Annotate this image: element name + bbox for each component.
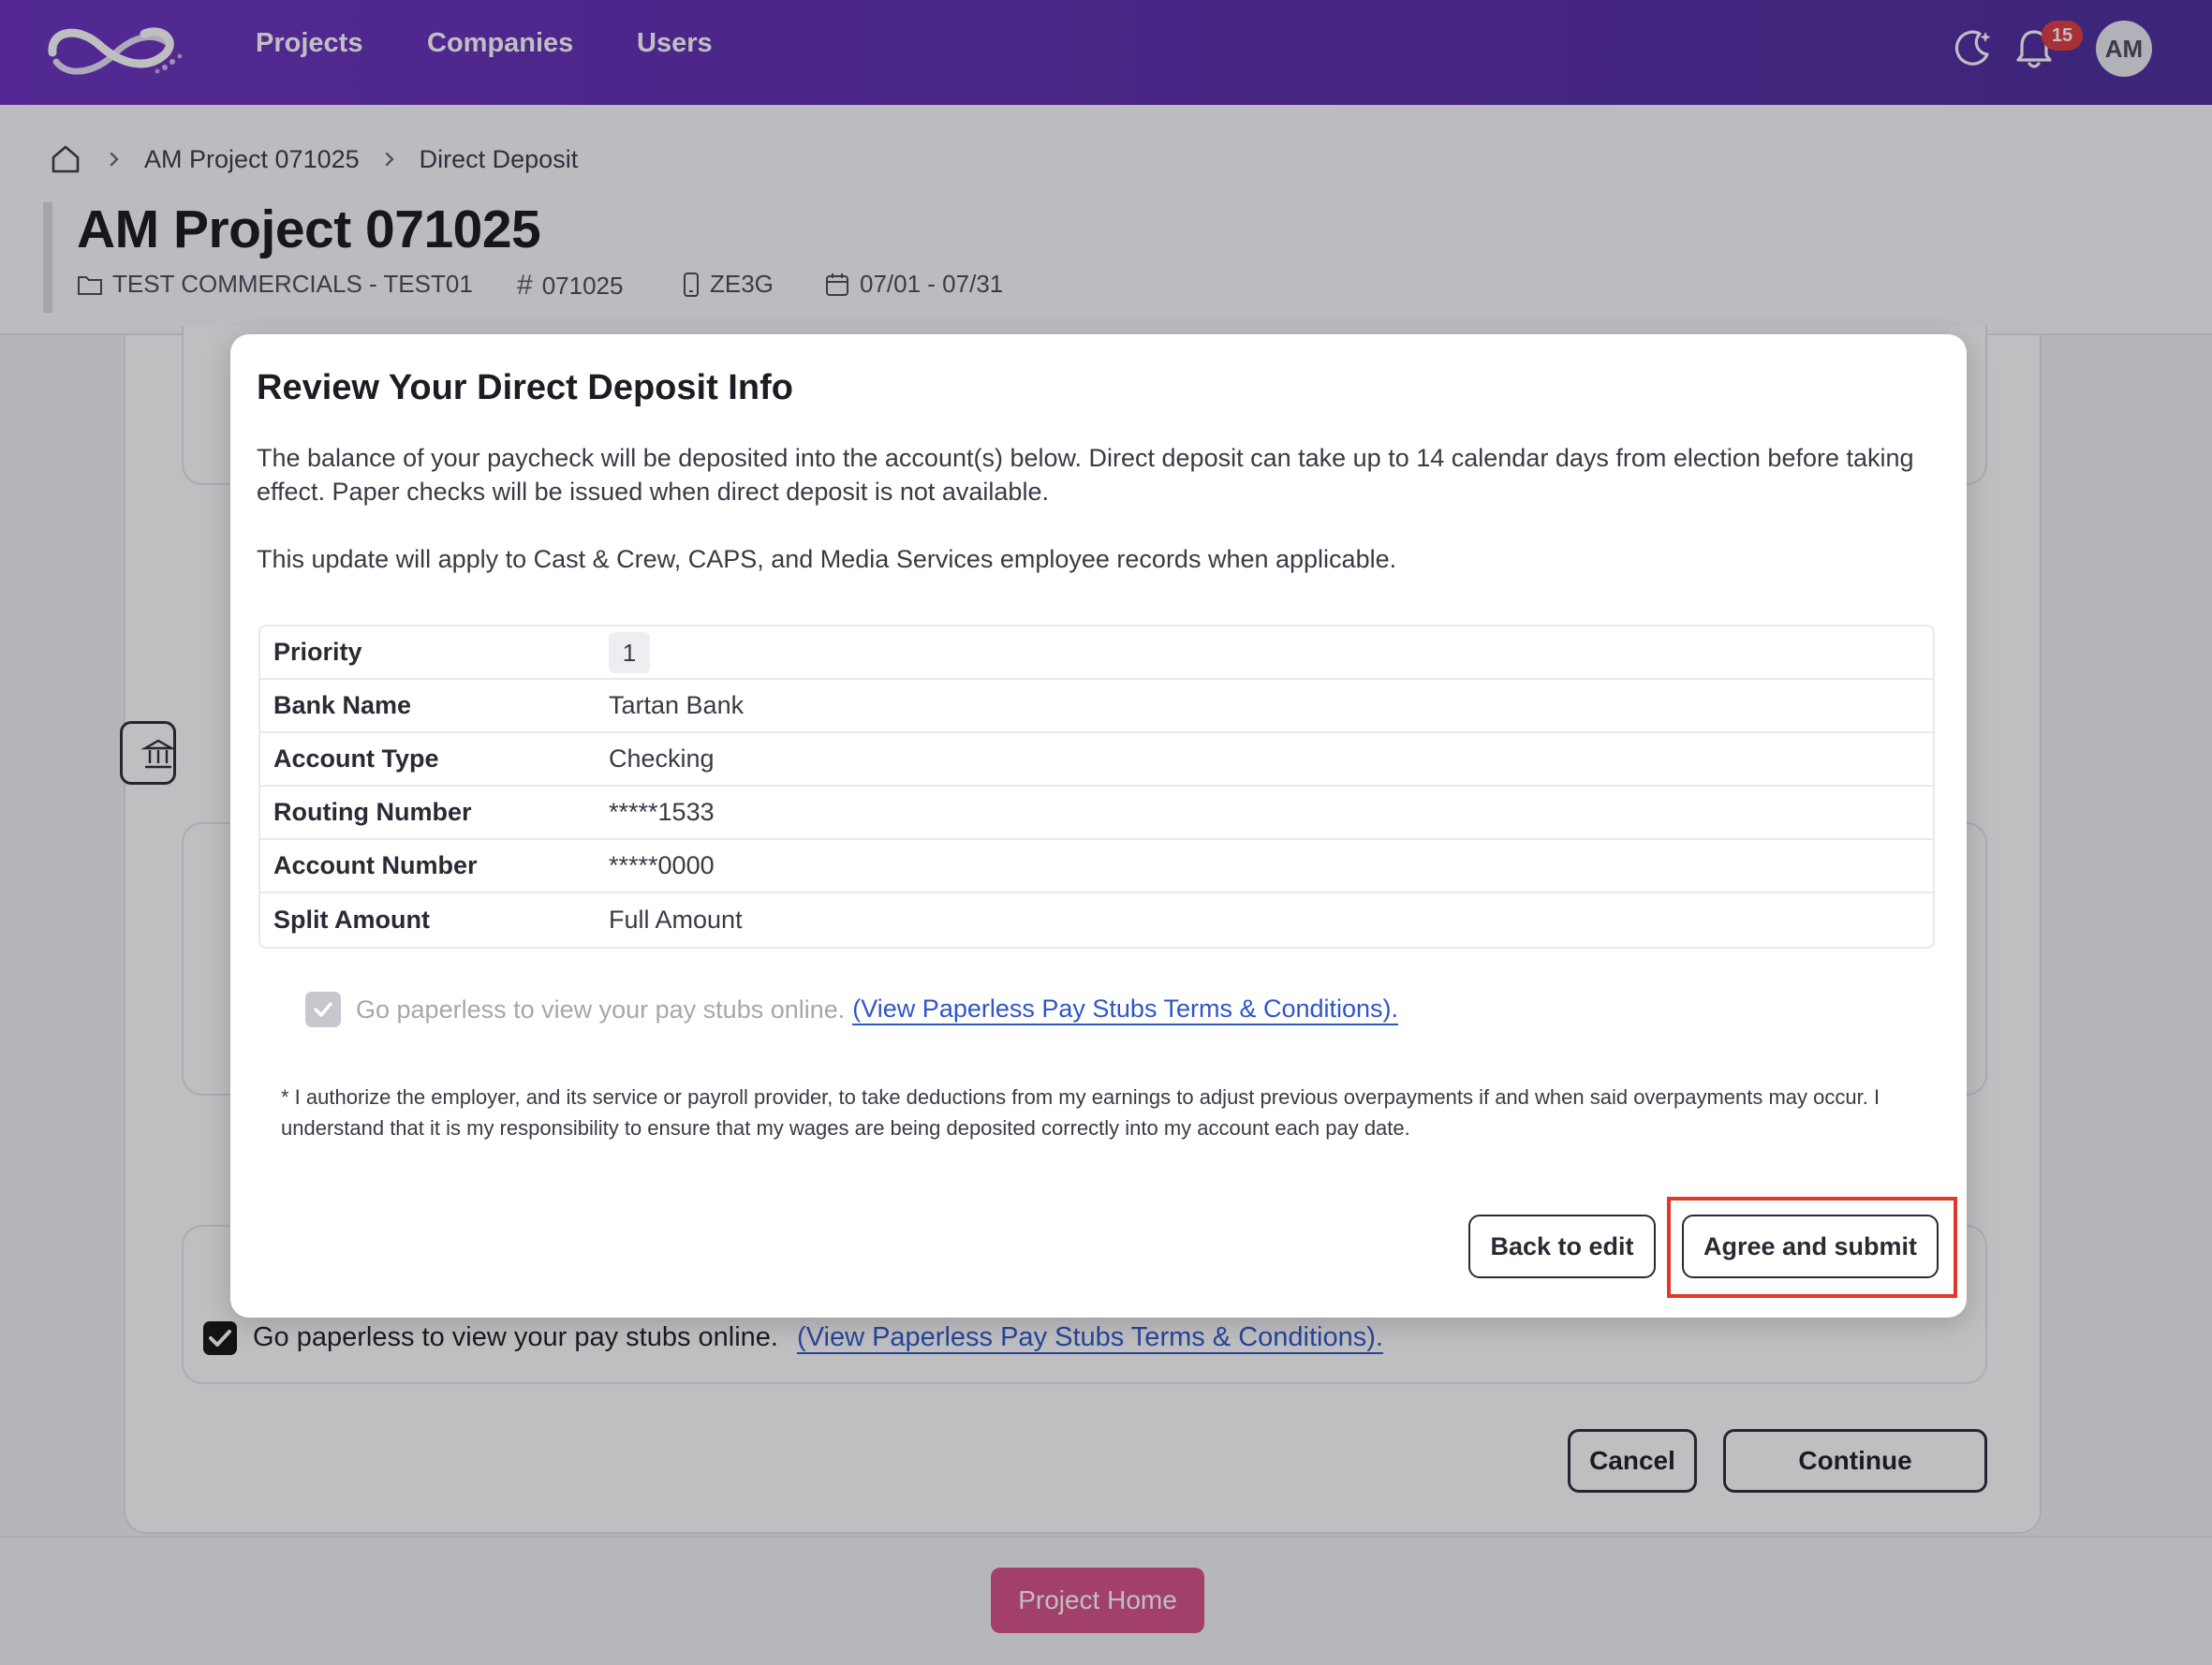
modal-apply-note: This update will apply to Cast & Crew, C… <box>257 545 1397 573</box>
row-value: 1 <box>609 631 650 673</box>
table-row: Split Amount Full Amount <box>260 893 1933 947</box>
table-row: Routing Number *****1533 <box>260 787 1933 840</box>
modal-paperless-text: Go paperless to view your pay stubs onli… <box>356 995 846 1024</box>
submit-highlight-box <box>1667 1197 1957 1298</box>
row-value: Checking <box>609 744 715 773</box>
row-label: Split Amount <box>273 906 430 934</box>
review-direct-deposit-modal: Review Your Direct Deposit Info The bala… <box>230 334 1967 1318</box>
modal-title: Review Your Direct Deposit Info <box>257 368 793 407</box>
modal-paperless-row: Go paperless to view your pay stubs onli… <box>305 992 1399 1027</box>
back-to-edit-button[interactable]: Back to edit <box>1468 1215 1656 1278</box>
row-label: Routing Number <box>273 798 472 826</box>
row-label: Account Number <box>273 851 478 879</box>
deposit-info-table: Priority 1 Bank Name Tartan Bank Account… <box>258 625 1935 949</box>
checkbox-disabled-icon <box>305 992 341 1027</box>
authorization-disclaimer: * I authorize the employer, and its serv… <box>281 1085 1880 1140</box>
row-label: Bank Name <box>273 691 412 719</box>
table-row: Account Number *****0000 <box>260 840 1933 893</box>
row-label: Priority <box>273 638 362 666</box>
table-row: Priority 1 <box>260 626 1933 680</box>
table-row: Bank Name Tartan Bank <box>260 680 1933 733</box>
row-value: *****1533 <box>609 798 715 826</box>
modal-paperless-terms-link[interactable]: (View Paperless Pay Stubs Terms & Condit… <box>852 995 1399 1025</box>
priority-chip: 1 <box>609 631 650 673</box>
row-value: Full Amount <box>609 906 743 934</box>
row-value: Tartan Bank <box>609 691 745 719</box>
table-row: Account Type Checking <box>260 733 1933 787</box>
modal-description: The balance of your paycheck will be dep… <box>257 444 1914 506</box>
row-value: *****0000 <box>609 851 715 879</box>
row-label: Account Type <box>273 744 439 773</box>
